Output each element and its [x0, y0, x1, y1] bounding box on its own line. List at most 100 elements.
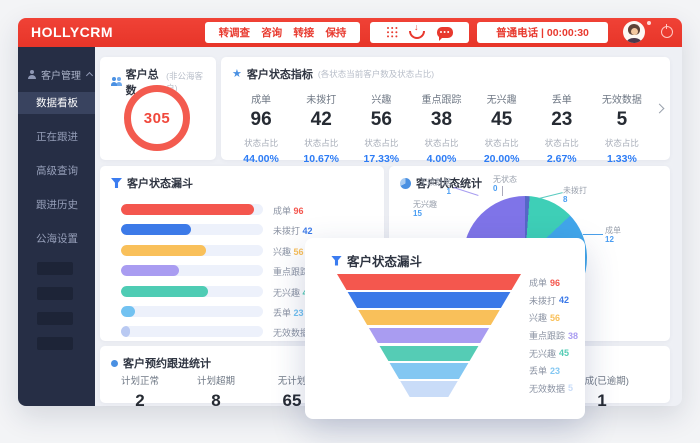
status-value: 45 — [472, 109, 532, 131]
funnel-bar-row: 成单 96 — [121, 201, 374, 221]
funnel-icon — [111, 178, 122, 188]
pie-label: 无效数据1 — [419, 178, 451, 196]
status-value: 56 — [351, 109, 411, 131]
funnel-label: 丢单23 — [529, 362, 578, 380]
sidebar-placeholder — [37, 262, 73, 275]
status-label: 兴趣 — [351, 91, 411, 106]
sidebar-group-customer-management[interactable]: 客户管理 — [18, 47, 95, 92]
user-icon — [27, 70, 37, 80]
bar — [121, 245, 206, 256]
status-value: 96 — [231, 109, 291, 131]
modal-title: 客户状态漏斗 — [347, 251, 422, 270]
dialpad-icon[interactable] — [386, 27, 398, 39]
consult-button[interactable]: 咨询 — [261, 25, 282, 40]
phone-tools-group: ↓ — [370, 22, 469, 43]
app-logo: HOLLYCRM — [31, 18, 113, 47]
dot-icon — [111, 360, 118, 367]
star-icon: ★ — [232, 69, 242, 80]
ratio-label: 状态占比 — [592, 137, 652, 149]
status-label: 丢单 — [532, 91, 592, 106]
transfer-button[interactable]: 转接 — [293, 25, 314, 40]
funnel-label: 成单96 — [529, 274, 578, 292]
funnel-segment — [337, 328, 521, 344]
status-value: 5 — [592, 109, 652, 131]
ratio-label: 状态占比 — [472, 137, 532, 149]
status-value: 38 — [411, 109, 471, 131]
sidebar-group-label: 客户管理 — [41, 67, 81, 82]
leader-line — [539, 192, 563, 199]
status-indicators-card: ★ 客户状态指标 (各状态当前客户数及状态占比) 成单 96 状态占比 44.0… — [221, 57, 670, 160]
ratio-label: 状态占比 — [291, 137, 351, 149]
pie-label: 无状态0 — [493, 175, 517, 193]
users-icon — [111, 77, 121, 87]
funnel-label-list: 成单96 未拨打42 兴趣56 重点跟踪38 无兴趣45 丢单23 无效数据5 — [529, 274, 578, 397]
followup-column: 计划正常 2 — [100, 370, 180, 411]
pie-label: 未拨打8 — [563, 186, 587, 204]
funnel-segment — [337, 310, 521, 326]
status-percent: 17.33% — [351, 153, 411, 165]
pie-chart-icon — [400, 178, 411, 189]
status-value: 42 — [291, 109, 351, 131]
incoming-call-icon[interactable]: ↓ — [409, 26, 425, 39]
chat-bubble-icon[interactable] — [437, 27, 453, 38]
sidebar-item-advanced-query[interactable]: 高级查询 — [18, 160, 95, 182]
sidebar-placeholder — [37, 337, 73, 350]
funnel-segment — [337, 292, 521, 308]
bar — [121, 204, 254, 215]
sidebar-placeholder — [37, 287, 73, 300]
total-customers-gauge: 305 — [124, 85, 190, 151]
followup-column: 计划超期 8 — [176, 370, 256, 411]
leader-line — [502, 186, 503, 196]
pie-label: 成单12 — [605, 226, 621, 244]
followup-value: 2 — [100, 391, 180, 411]
followup-label: 计划正常 — [100, 373, 180, 387]
status-percent: 1.33% — [592, 153, 652, 165]
funnel-segment — [337, 363, 521, 379]
status-label: 成单 — [231, 91, 291, 106]
status-percent: 2.67% — [532, 153, 592, 165]
status-column: 无效数据 5 状态占比 1.33% — [592, 88, 652, 165]
bar — [121, 326, 130, 337]
ratio-label: 状态占比 — [351, 137, 411, 149]
funnel-segment — [337, 274, 521, 290]
sidebar-item-dashboard[interactable]: 数据看板 — [18, 92, 95, 114]
status-percent: 10.67% — [291, 153, 351, 165]
sidebar-item-public-pool[interactable]: 公海设置 — [18, 228, 95, 250]
bar — [121, 224, 191, 235]
status-column: 兴趣 56 状态占比 17.33% — [351, 88, 411, 165]
status-label: 无效数据 — [592, 91, 652, 106]
funnel-label: 未拨打42 — [529, 292, 578, 310]
power-icon[interactable] — [661, 26, 673, 38]
card-title: 客户状态指标 — [247, 66, 313, 82]
leader-line — [583, 234, 603, 235]
followup-label: 计划超期 — [176, 373, 256, 387]
call-status-timer: 普通电话 | 00:00:30 — [477, 22, 608, 43]
ratio-label: 状态占比 — [532, 137, 592, 149]
status-value: 23 — [532, 109, 592, 131]
status-dot — [647, 21, 651, 25]
sidebar-item-follow-history[interactable]: 跟进历史 — [18, 194, 95, 216]
sidebar: 客户管理 数据看板 正在跟进 高级查询 跟进历史 公海设置 — [18, 47, 95, 406]
sidebar-placeholder — [37, 312, 73, 325]
status-column: 未拨打 42 状态占比 10.67% — [291, 88, 351, 165]
card-subtitle: (各状态当前客户数及状态占比) — [318, 68, 434, 80]
call-action-group: 转调查 咨询 转接 保持 — [205, 22, 360, 43]
followup-value: 8 — [176, 391, 256, 411]
transfer-survey-button[interactable]: 转调查 — [219, 25, 251, 40]
status-column: 重点跟踪 38 状态占比 4.00% — [411, 88, 471, 165]
funnel-segment — [337, 346, 521, 362]
sidebar-item-following[interactable]: 正在跟进 — [18, 126, 95, 148]
avatar[interactable] — [623, 21, 645, 43]
card-title: 客户预约跟进统计 — [123, 355, 211, 371]
funnel-label: 无效数据5 — [529, 380, 578, 398]
ratio-label: 状态占比 — [231, 137, 291, 149]
status-column: 无兴趣 45 状态占比 20.00% — [472, 88, 532, 165]
status-columns: 成单 96 状态占比 44.00% 未拨打 42 状态占比 10.67% 兴趣 … — [221, 82, 670, 165]
status-column: 丢单 23 状态占比 2.67% — [532, 88, 592, 165]
hold-button[interactable]: 保持 — [325, 25, 346, 40]
funnel-label: 兴趣56 — [529, 309, 578, 327]
funnel-segment — [337, 381, 521, 397]
total-customers-card: 客户总数 (非公海客户) 305 — [100, 57, 216, 160]
funnel-modal: 客户状态漏斗 成单96 未拨打42 兴趣56 重点跟踪38 无兴趣45 丢单23… — [305, 238, 585, 419]
status-percent: 4.00% — [411, 153, 471, 165]
